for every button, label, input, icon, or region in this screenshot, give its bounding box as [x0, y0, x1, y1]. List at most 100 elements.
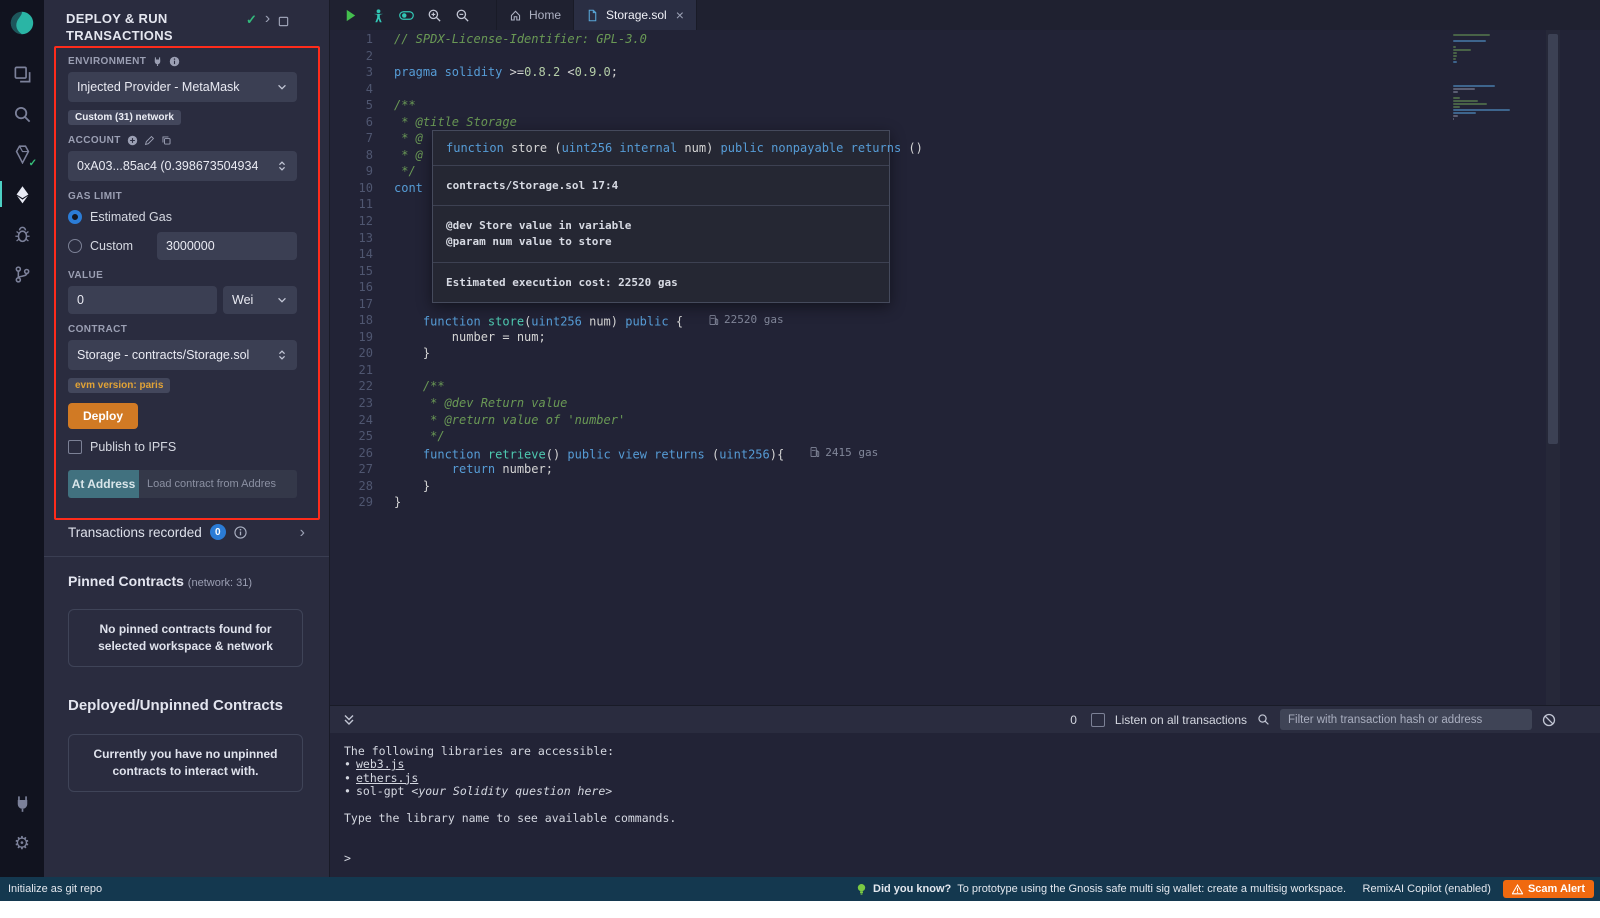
remix-logo-icon[interactable] — [8, 9, 36, 42]
deploy-form: ENVIRONMENT Injected Provider - MetaMask… — [44, 56, 329, 498]
line-number[interactable]: 15 — [330, 264, 386, 281]
line-number[interactable]: 13 — [330, 231, 386, 248]
line-number[interactable]: 4 — [330, 82, 386, 99]
info-icon[interactable] — [234, 526, 247, 539]
estimated-gas-radio[interactable] — [68, 210, 82, 224]
settings-icon[interactable]: ⚙ — [0, 823, 44, 863]
line-number[interactable]: 11 — [330, 197, 386, 214]
minimap[interactable] — [1453, 34, 1545, 120]
git-icon[interactable] — [0, 254, 44, 294]
line-number[interactable]: 21 — [330, 363, 386, 380]
section-divider — [44, 556, 329, 557]
terminal-link[interactable]: web3.js — [356, 757, 404, 771]
value-row: Wei — [68, 286, 297, 314]
accessibility-icon[interactable] — [364, 0, 392, 30]
value-input[interactable] — [77, 293, 208, 307]
scam-alert-badge[interactable]: Scam Alert — [1503, 880, 1594, 898]
tab-home[interactable]: Home — [496, 0, 574, 30]
at-address-button[interactable]: At Address — [68, 470, 139, 498]
zoom-out-icon[interactable] — [448, 0, 476, 30]
clear-console-icon[interactable] — [1542, 713, 1556, 727]
publish-ipfs-checkbox[interactable] — [68, 440, 82, 454]
line-number[interactable]: 5 — [330, 98, 386, 115]
line-number[interactable]: 16 — [330, 280, 386, 297]
workspace-icon[interactable] — [0, 54, 44, 94]
line-number[interactable]: 7 — [330, 131, 386, 148]
gas-estimate-decoration: 22520 gas — [709, 313, 784, 326]
terminal-output[interactable]: The following libraries are accessible:•… — [330, 733, 1600, 877]
collapse-terminal-icon[interactable] — [338, 714, 360, 726]
line-number[interactable]: 3 — [330, 65, 386, 82]
line-number[interactable]: 28 — [330, 479, 386, 496]
expand-transactions-icon[interactable]: › — [300, 526, 305, 540]
terminal-link[interactable]: ethers.js — [356, 771, 418, 785]
at-address-input[interactable] — [139, 470, 297, 498]
scrollbar-thumb[interactable] — [1548, 34, 1558, 444]
line-number[interactable]: 24 — [330, 413, 386, 430]
close-tab-icon[interactable]: × — [676, 7, 684, 23]
copilot-toggle-icon[interactable] — [392, 0, 420, 30]
line-number[interactable]: 19 — [330, 330, 386, 347]
line-number[interactable]: 27 — [330, 462, 386, 479]
line-number[interactable]: 14 — [330, 247, 386, 264]
edit-icon[interactable] — [144, 135, 155, 146]
line-number[interactable]: 10 — [330, 181, 386, 198]
line-number[interactable]: 12 — [330, 214, 386, 231]
listen-all-checkbox[interactable] — [1091, 713, 1105, 727]
iconbar-bottom-icons: ⚙ — [0, 783, 44, 863]
solidity-compiler-icon[interactable]: ✓ — [0, 134, 44, 174]
chevron-right-icon[interactable]: › — [265, 12, 270, 26]
custom-gas-field — [157, 232, 297, 260]
debugger-icon[interactable] — [0, 214, 44, 254]
page-bottom-strip — [0, 901, 1600, 918]
environment-value: Injected Provider - MetaMask — [77, 80, 240, 94]
zoom-in-icon[interactable] — [420, 0, 448, 30]
line-number[interactable]: 1 — [330, 32, 386, 49]
search-icon[interactable] — [0, 94, 44, 134]
line-number[interactable]: 6 — [330, 115, 386, 132]
tab-storage-label: Storage.sol — [606, 8, 667, 22]
terminal-toolbar: 0 Listen on all transactions — [330, 705, 1600, 733]
line-number[interactable]: 8 — [330, 148, 386, 165]
custom-gas-input[interactable] — [166, 239, 288, 253]
tab-storage-sol[interactable]: Storage.sol × — [574, 0, 697, 30]
account-select[interactable]: 0xA03...85ac4 (0.398673504934 — [68, 151, 297, 181]
contract-select[interactable]: Storage - contracts/Storage.sol — [68, 340, 297, 370]
line-number[interactable]: 23 — [330, 396, 386, 413]
environment-select[interactable]: Injected Provider - MetaMask — [68, 72, 297, 102]
run-script-icon[interactable] — [336, 0, 364, 30]
copilot-status[interactable]: RemixAI Copilot (enabled) — [1363, 883, 1491, 895]
line-number[interactable]: 9 — [330, 164, 386, 181]
info-icon[interactable] — [169, 56, 180, 67]
pinned-network-subtitle: (network: 31) — [188, 577, 252, 589]
deploy-button[interactable]: Deploy — [68, 403, 138, 429]
custom-gas-option[interactable]: Custom — [68, 232, 297, 260]
line-number[interactable]: 26 — [330, 446, 386, 463]
code-line: * @return value of 'number' — [394, 413, 1460, 430]
contract-label-row: CONTRACT — [68, 324, 297, 335]
publish-ipfs-option[interactable]: Publish to IPFS — [68, 440, 297, 454]
editor-scrollbar[interactable] — [1546, 30, 1560, 705]
estimated-gas-option[interactable]: Estimated Gas — [68, 210, 297, 224]
copy-icon[interactable] — [161, 135, 172, 146]
filter-input[interactable] — [1280, 709, 1532, 730]
value-unit-select[interactable]: Wei — [223, 286, 297, 314]
git-init-button[interactable]: Initialize as git repo — [8, 883, 102, 895]
deploy-run-icon[interactable] — [0, 174, 44, 214]
pin-window-icon[interactable] — [278, 14, 289, 32]
terminal-line: Type the library name to see available c… — [344, 812, 1600, 825]
add-account-icon[interactable] — [127, 135, 138, 146]
line-number[interactable]: 18 — [330, 313, 386, 330]
line-number[interactable]: 2 — [330, 49, 386, 66]
code-editor[interactable]: 1234567891011121314151617181920212223242… — [330, 30, 1600, 705]
custom-gas-radio[interactable] — [68, 239, 82, 253]
line-number[interactable]: 29 — [330, 495, 386, 512]
line-number[interactable]: 25 — [330, 429, 386, 446]
plugin-manager-icon[interactable] — [0, 783, 44, 823]
editor-gutter[interactable]: 1234567891011121314151617181920212223242… — [330, 32, 386, 512]
value-label: VALUE — [68, 270, 103, 281]
line-number[interactable]: 20 — [330, 346, 386, 363]
warning-icon — [1512, 884, 1523, 895]
line-number[interactable]: 22 — [330, 379, 386, 396]
line-number[interactable]: 17 — [330, 297, 386, 314]
